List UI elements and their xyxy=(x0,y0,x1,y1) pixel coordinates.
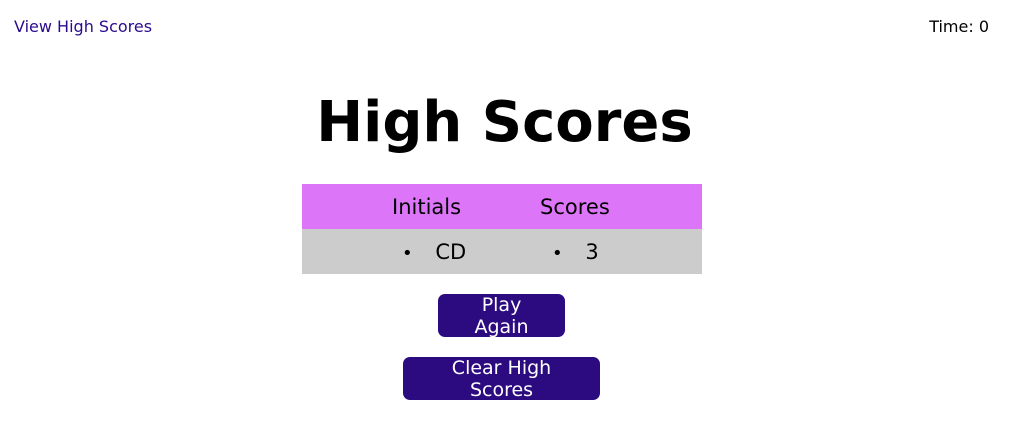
initials-list-item: • CD xyxy=(402,229,466,274)
score-value: 3 xyxy=(585,240,599,264)
initials-value: CD xyxy=(435,240,467,264)
high-scores-table: Initials Scores • CD • 3 xyxy=(302,184,702,274)
table-header-row: Initials Scores xyxy=(302,184,702,229)
play-again-button[interactable]: Play Again xyxy=(438,294,565,338)
bullet-icon: • xyxy=(552,243,563,264)
table-row: • CD • 3 xyxy=(302,229,702,274)
timer-display: Time: 0 xyxy=(929,17,989,36)
view-high-scores-link[interactable]: View High Scores xyxy=(14,17,152,36)
page-title: High Scores xyxy=(316,90,693,155)
bullet-icon: • xyxy=(402,243,413,264)
score-list-item: • 3 xyxy=(552,229,599,274)
column-header-scores: Scores xyxy=(540,195,610,219)
column-header-initials: Initials xyxy=(392,195,462,219)
top-bar: View High Scores Time: 0 xyxy=(0,0,1009,56)
clear-high-scores-button[interactable]: Clear High Scores xyxy=(403,357,600,401)
